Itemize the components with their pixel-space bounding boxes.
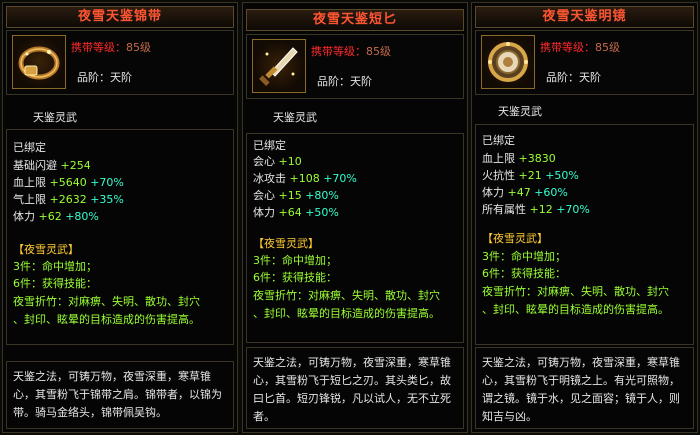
set-bonus-3: 3件：命中增加； bbox=[13, 260, 97, 273]
attribute-box: 已绑定 基础闪避 +254 血上限 +5640 +70% 气上限 +2632 +… bbox=[6, 129, 234, 345]
set-bonus-6: 6件：获得技能： bbox=[253, 271, 337, 284]
item-header: 携带等级：85级 品阶：天阶 bbox=[475, 30, 694, 95]
item-title: 夜雪天鉴明镜 bbox=[475, 6, 694, 28]
item-header: 携带等级：85级 品阶：天阶 bbox=[246, 34, 464, 99]
set-title: 【夜雪灵武】 bbox=[13, 243, 79, 256]
skill-desc-2: 、封印、眩晕的目标造成的伤害提高。 bbox=[253, 307, 440, 320]
lore-box: 天鉴之法，可铸万物，夜雪深重，寒草锥心，其雪粉飞于明镜之上。有光可照物，谓之镜。… bbox=[475, 347, 694, 429]
skill-desc-1: 夜雪折竹：对麻痹、失明、散功、封穴 bbox=[253, 289, 440, 302]
set-bonus-6: 6件：获得技能： bbox=[13, 277, 97, 290]
set-name: 天鉴灵武 bbox=[273, 111, 317, 124]
set-bonus-3: 3件：命中增加； bbox=[482, 250, 566, 263]
attr-row: 冰攻击 +108 +70% bbox=[253, 172, 357, 185]
required-level: 携带等级：85级 bbox=[311, 45, 391, 58]
attribute-box: 已绑定 血上限 +3830 火抗性 +21 +50% 体力 +47 +60% 所… bbox=[475, 124, 694, 345]
attr-row: 所有属性 +12 +70% bbox=[482, 203, 590, 216]
bound-status: 已绑定 bbox=[253, 139, 286, 152]
attr-row: 体力 +62 +80% bbox=[13, 210, 99, 223]
attr-row: 火抗性 +21 +50% bbox=[482, 169, 579, 182]
item-grade: 品阶：天阶 bbox=[77, 71, 132, 84]
bound-status: 已绑定 bbox=[482, 134, 515, 147]
attr-row: 基础闪避 +254 bbox=[13, 159, 91, 172]
item-grade: 品阶：天阶 bbox=[317, 75, 372, 88]
mirror-icon[interactable] bbox=[481, 35, 535, 89]
skill-desc-1: 夜雪折竹：对麻痹、失明、散功、封穴 bbox=[482, 285, 669, 298]
lore-text: 天鉴之法，可铸万物，夜雪深重，寒草锥心，其雪粉飞于锦带之肩。锦带者，以锦为带。骑… bbox=[13, 370, 222, 419]
attr-row: 血上限 +3830 bbox=[482, 152, 556, 165]
required-level: 携带等级：85级 bbox=[71, 41, 151, 54]
item-tooltip-dagger: 夜雪天鉴短匕 携带等级：85级 品阶：天阶 天鉴灵武 已绑定 会心 +10 冰攻… bbox=[242, 2, 468, 433]
item-tooltip-mirror: 夜雪天鉴明镜 携带等级：85级 品阶：天阶 天鉴灵武 已绑定 血上限 +3830… bbox=[471, 2, 698, 433]
set-name: 天鉴灵武 bbox=[33, 111, 77, 124]
skill-desc-2: 、封印、眩晕的目标造成的伤害提高。 bbox=[13, 313, 200, 326]
skill-desc-2: 、封印、眩晕的目标造成的伤害提高。 bbox=[482, 303, 669, 316]
lore-box: 天鉴之法，可铸万物，夜雪深重，寒草锥心，其雪粉飞于短匕之刃。其头类匕，故曰匕首。… bbox=[246, 347, 464, 429]
attr-row: 体力 +64 +50% bbox=[253, 206, 339, 219]
dagger-icon[interactable] bbox=[252, 39, 306, 93]
attr-row: 体力 +47 +60% bbox=[482, 186, 568, 199]
set-bonus-6: 6件：获得技能： bbox=[482, 267, 566, 280]
set-title: 【夜雪灵武】 bbox=[253, 237, 319, 250]
item-tooltip-belt: 夜雪天鉴锦带 携带等级：85级 品阶：天阶 天鉴灵武 已绑定 基础闪避 +254… bbox=[2, 2, 238, 433]
bound-status: 已绑定 bbox=[13, 141, 46, 154]
belt-icon[interactable] bbox=[12, 35, 66, 89]
lore-text: 天鉴之法，可铸万物，夜雪深重，寒草锥心，其雪粉飞于短匕之刃。其头类匕，故曰匕首。… bbox=[253, 356, 451, 423]
set-bonus-3: 3件：命中增加； bbox=[253, 254, 337, 267]
lore-box: 天鉴之法，可铸万物，夜雪深重，寒草锥心，其雪粉飞于锦带之肩。锦带者，以锦为带。骑… bbox=[6, 361, 234, 429]
set-name: 天鉴灵武 bbox=[498, 105, 542, 118]
required-level: 携带等级：85级 bbox=[540, 41, 620, 54]
attr-row: 气上限 +2632 +35% bbox=[13, 193, 124, 206]
skill-desc-1: 夜雪折竹：对麻痹、失明、散功、封穴 bbox=[13, 295, 200, 308]
set-title: 【夜雪灵武】 bbox=[482, 232, 548, 245]
attribute-box: 已绑定 会心 +10 冰攻击 +108 +70% 会心 +15 +80% 体力 … bbox=[246, 133, 464, 343]
attr-row: 会心 +15 +80% bbox=[253, 189, 339, 202]
attr-row: 会心 +10 bbox=[253, 155, 302, 168]
item-title: 夜雪天鉴短匕 bbox=[246, 9, 464, 31]
item-title: 夜雪天鉴锦带 bbox=[6, 6, 234, 28]
item-grade: 品阶：天阶 bbox=[546, 71, 601, 84]
lore-text: 天鉴之法，可铸万物，夜雪深重，寒草锥心，其雪粉飞于明镜之上。有光可照物，谓之镜。… bbox=[482, 356, 680, 423]
item-header: 携带等级：85级 品阶：天阶 bbox=[6, 30, 234, 95]
attr-row: 血上限 +5640 +70% bbox=[13, 176, 124, 189]
